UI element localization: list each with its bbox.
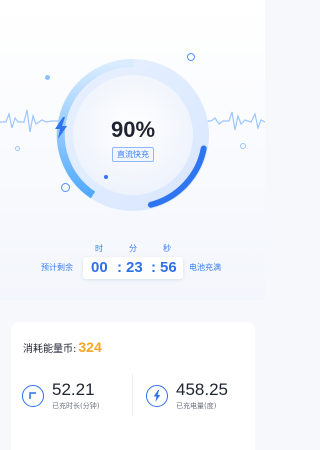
charge-percentage: 90% (110, 117, 156, 142)
decor-dot (61, 183, 70, 192)
battery-full-label: 电池充满 (189, 263, 221, 272)
remaining-time-row: 预计剩余 00 : 23 : 56 电池充满 (0, 257, 265, 279)
countdown-minutes: 23 (126, 259, 143, 276)
countdown-box: 00 : 23 : 56 (83, 257, 183, 279)
energy-coin-value: 324 (78, 339, 102, 355)
charging-summary-card: 消耗能量币: 324 52.21 已充时长(分钟) 458.25 已充电量(度) (11, 322, 255, 450)
timer-hour-label: 时 (95, 244, 103, 253)
remaining-label: 预计剩余 (41, 263, 73, 272)
lightning-bolt-icon (55, 117, 67, 139)
energy-coin-consumption: 消耗能量币: 324 (23, 339, 102, 355)
lightning-bolt-icon (146, 384, 168, 407)
countdown-sep: : (117, 259, 122, 276)
timer-unit-row: 时 分 秒 (0, 243, 265, 255)
stat-divider (132, 374, 133, 416)
timer-minute-label: 分 (129, 244, 137, 253)
charge-mode-badge: 直流快充 (112, 147, 154, 162)
countdown-seconds: 56 (160, 259, 177, 276)
charge-gauge: 90% 直流快充 (53, 55, 213, 215)
charged-energy-label: 已充电量(度) (176, 402, 217, 410)
charged-duration-stat: 52.21 已充时长(分钟) (22, 380, 99, 411)
countdown-hours: 00 (91, 259, 108, 276)
charged-energy-stat: 458.25 已充电量(度) (146, 380, 228, 411)
charged-duration-value: 52.21 (52, 380, 95, 399)
timer-second-label: 秒 (163, 244, 171, 253)
countdown-sep: : (151, 259, 156, 276)
decor-dot (240, 143, 246, 149)
charged-duration-label: 已充时长(分钟) (52, 402, 100, 410)
charged-energy-value: 458.25 (176, 380, 228, 399)
decor-dot (45, 75, 50, 80)
decor-dot (187, 53, 195, 61)
charging-panel: 90% 直流快充 时 分 秒 预计剩余 00 : 23 : 56 电池充满 (0, 0, 265, 300)
energy-coin-label: 消耗能量币: (23, 344, 77, 355)
clock-corner-icon (22, 384, 44, 407)
decor-dot (15, 146, 20, 151)
decor-dot (104, 175, 108, 179)
